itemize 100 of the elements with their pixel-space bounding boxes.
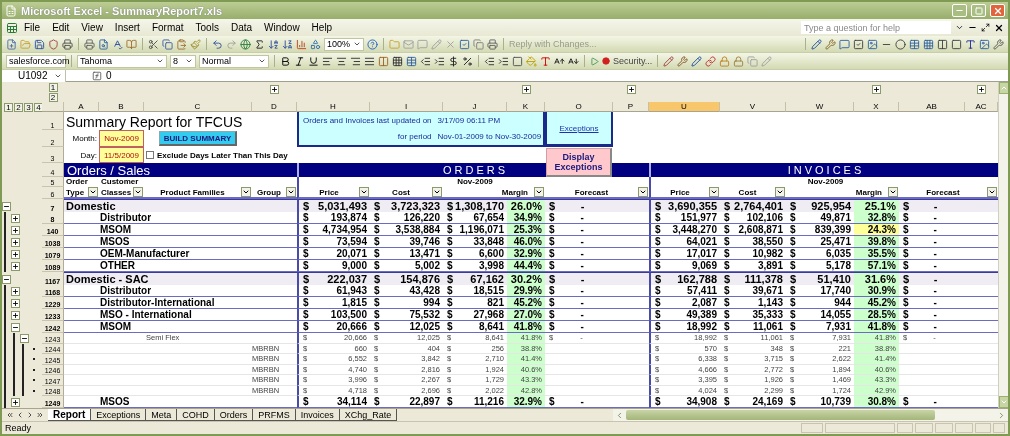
menu-item[interactable]: Data [224,22,259,33]
menu-item[interactable]: Tools [189,22,225,33]
restore-icon[interactable] [981,23,990,32]
column-header[interactable]: AB [899,102,965,112]
menu-item[interactable]: Format [145,22,190,33]
sheet-tab[interactable]: XChg_Rate [339,409,398,421]
filter-dropdown[interactable] [359,187,369,197]
filter-dropdown[interactable] [432,187,442,197]
filter-dropdown[interactable] [888,187,898,197]
filter-dropdown[interactable] [88,187,98,197]
expand-button[interactable] [872,85,881,94]
expand-button[interactable] [11,237,20,247]
sheet-tab[interactable]: Report [48,409,92,421]
indent-increase-icon[interactable] [434,55,445,67]
expand-button[interactable] [521,85,531,94]
filter-dropdown[interactable] [987,187,997,197]
previous-sheet-icon[interactable] [16,411,24,419]
image-icon[interactable] [867,38,878,50]
align-center-icon[interactable] [336,55,347,67]
tools-icon[interactable] [993,38,1004,50]
link-icon[interactable] [705,55,717,67]
copy-icon[interactable] [162,38,173,50]
menu-item[interactable]: Insert [108,22,146,33]
close-icon[interactable] [994,22,1004,33]
currency-icon[interactable] [448,55,459,67]
font-color-icon[interactable] [540,55,551,67]
expand-button[interactable] [11,298,20,308]
function-icon[interactable] [92,70,102,81]
sheet-tab[interactable]: Orders [214,409,254,421]
percent-icon[interactable] [462,55,473,67]
collapse-button[interactable] [11,322,20,332]
first-sheet-icon[interactable] [6,411,14,419]
sum-icon[interactable] [254,38,265,50]
print-preview-icon[interactable] [98,38,109,50]
edit-icon[interactable] [663,55,675,67]
security-button[interactable]: Security... [613,56,653,66]
outline-level-button[interactable]: 1 [4,102,13,112]
display-exceptions-button[interactable]: Display Exceptions [546,148,612,177]
menu-item[interactable]: View [75,22,109,33]
sheet-tab[interactable]: PRFMS [253,409,296,421]
column-header[interactable]: O [545,102,613,112]
column-header[interactable]: I [370,102,443,112]
globe-icon[interactable] [240,38,251,50]
column-header[interactable]: U [649,102,720,112]
menu-item[interactable]: File [18,22,47,33]
shield-icon[interactable] [48,38,59,50]
printer-icon[interactable] [84,38,95,50]
table-icon[interactable] [406,55,417,67]
menu-item[interactable]: Window [258,22,306,33]
underline-icon[interactable] [308,55,319,67]
new-file-icon[interactable] [6,38,17,50]
option-button-icon[interactable] [895,38,906,50]
expand-button[interactable] [977,85,986,94]
column-header[interactable]: V [720,102,786,112]
italic-icon[interactable] [294,55,305,67]
sheet-tab[interactable]: COHD [177,409,215,421]
filter-dropdown[interactable] [241,187,251,197]
outline-level-button[interactable]: 2 [14,102,23,112]
next-sheet-icon[interactable] [26,411,34,419]
filter-dropdown[interactable] [286,187,296,197]
sort-ascending-icon[interactable] [268,38,279,50]
sheet-tab[interactable]: Exceptions [91,409,147,421]
menu-item[interactable]: Edit [46,22,76,33]
column-header[interactable]: J [443,102,507,112]
help-search-field[interactable]: Type a question for help [801,21,951,34]
collapse-button[interactable] [2,201,11,211]
printer-icon[interactable] [487,38,498,50]
style-dropdown[interactable]: Normal [199,54,269,68]
print-icon[interactable] [62,38,73,50]
collapse-button[interactable] [20,333,29,343]
expand-button[interactable] [11,397,20,407]
filter-dropdown[interactable] [534,187,544,197]
expand-button[interactable] [11,225,20,235]
justify-icon[interactable] [364,55,375,67]
checkbox[interactable] [146,151,154,159]
undo-icon[interactable] [212,38,223,50]
save-icon[interactable] [34,38,45,50]
chart-icon[interactable] [296,38,307,50]
grow-font-icon[interactable] [554,55,565,67]
picture-icon[interactable] [979,38,990,50]
column-header[interactable]: A [64,102,99,112]
column-header[interactable]: W [786,102,854,112]
outline-level-button[interactable]: 3 [24,102,33,112]
column-header[interactable]: H [297,102,370,112]
expand-button[interactable] [626,85,636,94]
font-size-dropdown[interactable]: 8 [170,54,196,68]
fill-color-icon[interactable] [526,55,537,67]
sheet-tab[interactable]: Meta [146,409,178,421]
expand-button[interactable] [11,261,20,271]
exceptions-link[interactable]: Exceptions [547,112,611,145]
dropdown-icon[interactable] [955,23,964,32]
day-field[interactable]: 11/5/2009 [99,147,144,163]
filter-dropdown[interactable] [638,187,648,197]
align-right-icon[interactable] [350,55,361,67]
paste-icon[interactable] [176,38,187,50]
filter-dropdown[interactable] [133,187,144,197]
scroll-thumb[interactable] [626,410,935,420]
outline-level-button[interactable]: 2 [48,92,58,102]
month-field[interactable]: Nov-2009 [99,130,144,147]
filter-dropdown[interactable] [775,187,785,197]
